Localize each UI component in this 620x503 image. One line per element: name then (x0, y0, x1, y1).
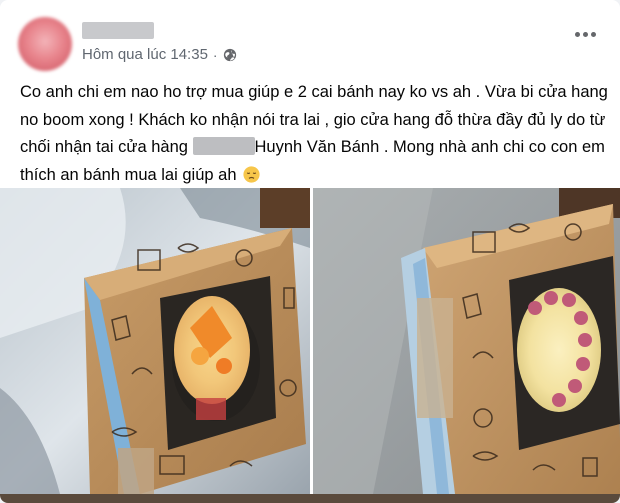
post-meta: Hôm qua lúc 14:35 · (82, 46, 237, 63)
cake-box-photo-2[interactable] (313, 188, 620, 494)
disappointed-face-icon (243, 165, 260, 183)
cake-in-kraft-box-icon (313, 188, 620, 494)
shop-name-redacted (192, 137, 255, 155)
post-body: Co anh chi em nao ho trợ mua giúp e 2 ca… (20, 79, 610, 189)
facebook-post-card: Hôm qua lúc 14:35 · Co anh chi em nao ho… (0, 0, 620, 503)
post-header: Hôm qua lúc 14:35 · (0, 0, 620, 71)
meta-separator: · (212, 46, 218, 63)
post-timestamp[interactable]: Hôm qua lúc 14:35 (82, 46, 208, 63)
more-photos-strip (0, 494, 620, 503)
globe-icon[interactable] (223, 48, 237, 62)
cake-in-kraft-box-icon (0, 188, 310, 494)
cake-box-photo-1[interactable] (0, 188, 310, 494)
photo-grid (0, 188, 620, 503)
author-name-redacted[interactable] (82, 22, 154, 39)
avatar[interactable] (18, 17, 72, 71)
more-options-icon[interactable] (575, 32, 596, 37)
